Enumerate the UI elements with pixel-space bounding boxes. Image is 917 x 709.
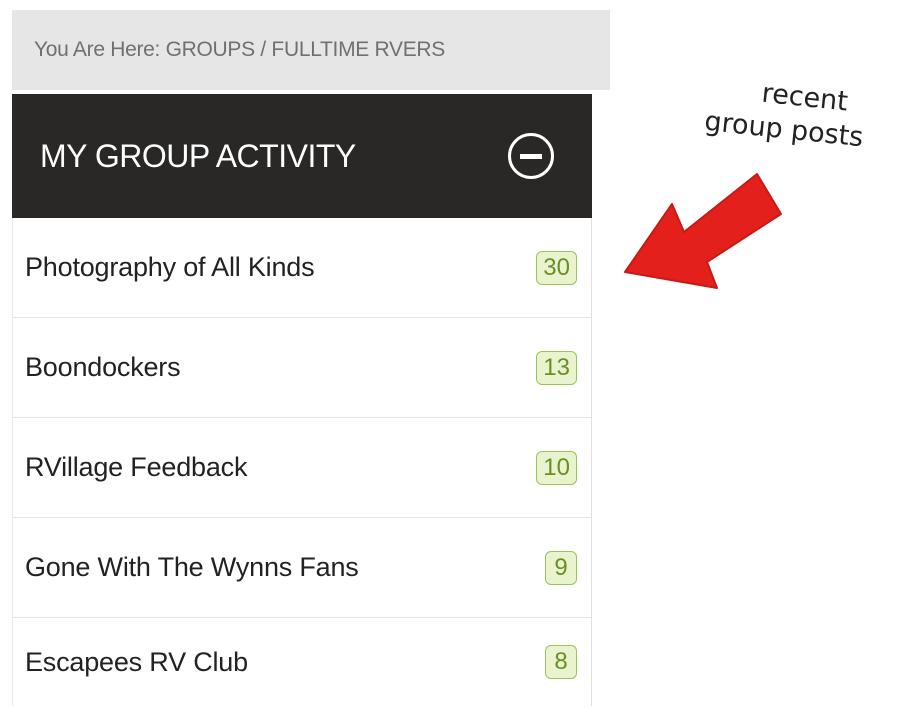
minus-circle-icon[interactable] bbox=[508, 133, 554, 179]
group-item-label: Escapees RV Club bbox=[25, 646, 248, 677]
group-item-boondockers[interactable]: Boondockers 13 bbox=[13, 318, 591, 418]
group-item-label: RVillage Feedback bbox=[25, 452, 248, 482]
group-item-escapees[interactable]: Escapees RV Club 8 bbox=[13, 618, 591, 706]
group-activity-panel: MY GROUP ACTIVITY Photography of All Kin… bbox=[12, 94, 592, 706]
red-arrow-icon bbox=[624, 173, 782, 289]
group-item-label: Gone With The Wynns Fans bbox=[25, 552, 359, 582]
post-count-badge: 9 bbox=[545, 550, 577, 585]
panel-title: MY GROUP ACTIVITY bbox=[40, 137, 356, 174]
group-list: Photography of All Kinds 30 Boondockers … bbox=[12, 218, 592, 706]
group-item-label: Photography of All Kinds bbox=[25, 252, 315, 282]
breadcrumb: You Are Here: GROUPS / FULLTIME RVERS bbox=[12, 10, 610, 90]
breadcrumb-text: You Are Here: GROUPS / FULLTIME RVERS bbox=[34, 38, 445, 61]
group-item-photography[interactable]: Photography of All Kinds 30 bbox=[13, 218, 591, 318]
post-count-badge: 8 bbox=[545, 645, 577, 679]
post-count-badge: 30 bbox=[536, 250, 577, 285]
post-count-badge: 10 bbox=[536, 450, 577, 485]
group-item-rvillage-feedback[interactable]: RVillage Feedback 10 bbox=[13, 418, 591, 518]
group-item-label: Boondockers bbox=[25, 352, 181, 382]
annotation-text: recent group posts bbox=[693, 70, 917, 161]
group-item-wynns-fans[interactable]: Gone With The Wynns Fans 9 bbox=[13, 518, 591, 618]
panel-header: MY GROUP ACTIVITY bbox=[12, 94, 592, 218]
post-count-badge: 13 bbox=[536, 350, 577, 385]
